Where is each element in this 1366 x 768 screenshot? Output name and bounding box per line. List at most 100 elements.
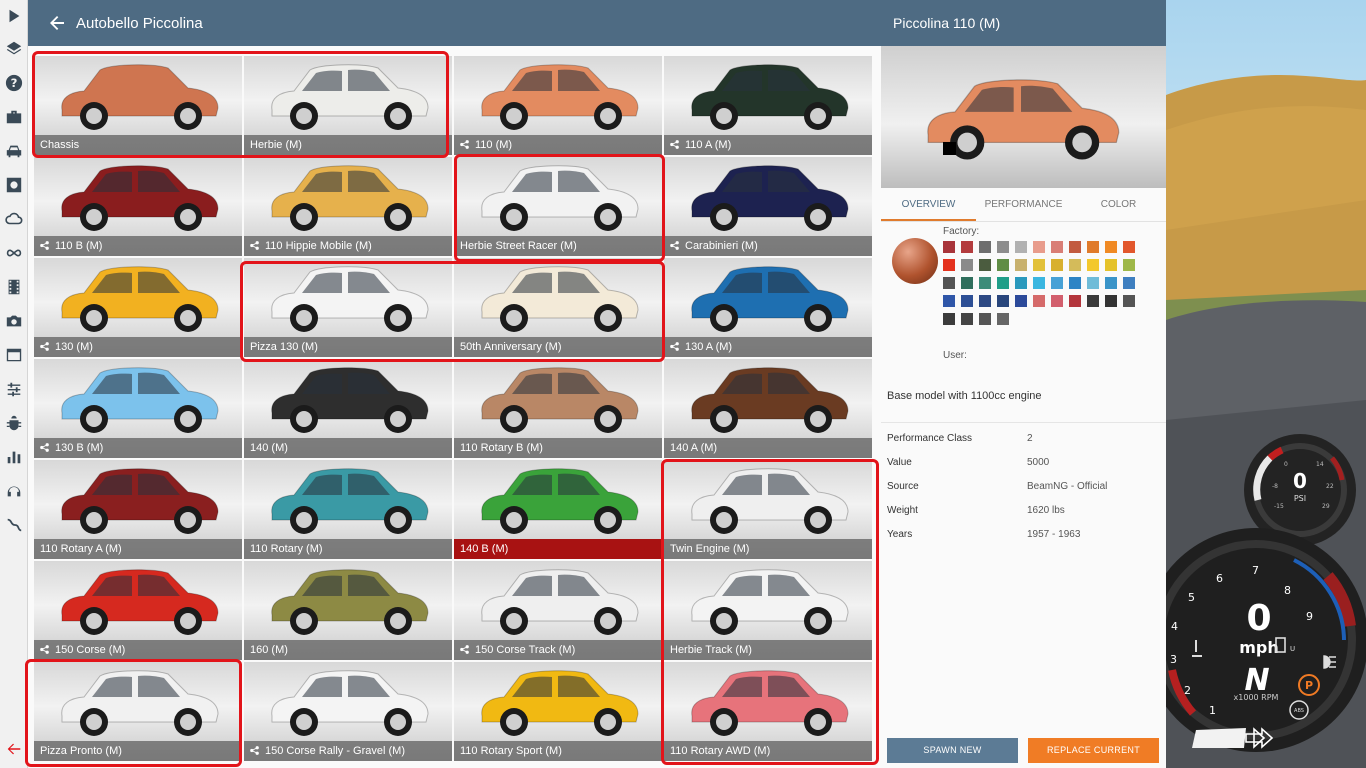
color-swatch[interactable] (997, 295, 1009, 307)
color-swatch[interactable] (961, 259, 973, 271)
vehicle-config-tile[interactable]: 110 Rotary AWD (M) (664, 662, 872, 761)
color-swatch[interactable] (1069, 277, 1081, 289)
vehicle-config-tile[interactable]: Herbie (M) (244, 56, 452, 155)
replace-current-button[interactable]: REPLACE CURRENT (1028, 738, 1159, 763)
tab-color[interactable]: COLOR (1071, 188, 1166, 221)
sliders-icon[interactable] (3, 378, 25, 400)
color-swatch[interactable] (961, 295, 973, 307)
color-swatch[interactable] (1051, 277, 1063, 289)
color-swatch[interactable] (943, 313, 955, 325)
vehicle-config-tile[interactable]: 160 (M) (244, 561, 452, 660)
color-swatch[interactable] (1051, 241, 1063, 253)
color-swatch[interactable] (961, 313, 973, 325)
color-swatch[interactable] (997, 277, 1009, 289)
route-icon[interactable] (3, 514, 25, 536)
vehicle-config-tile[interactable]: 110 Rotary B (M) (454, 359, 662, 458)
color-swatch[interactable] (997, 259, 1009, 271)
color-swatch[interactable] (1069, 259, 1081, 271)
scenario-briefcase-icon[interactable] (3, 106, 25, 128)
color-swatch[interactable] (979, 295, 991, 307)
color-swatch[interactable] (1069, 241, 1081, 253)
color-swatch[interactable] (1087, 277, 1099, 289)
color-swatch[interactable] (1123, 295, 1135, 307)
vehicle-config-tile[interactable]: 130 A (M) (664, 258, 872, 357)
infinity-icon[interactable] (3, 242, 25, 264)
vehicle-config-tile[interactable]: 140 A (M) (664, 359, 872, 458)
vehicle-config-tile[interactable]: Herbie Street Racer (M) (454, 157, 662, 256)
color-swatch[interactable] (1087, 295, 1099, 307)
color-swatch[interactable] (1015, 295, 1027, 307)
vehicle-config-tile[interactable]: 110 B (M) (34, 157, 242, 256)
color-swatch[interactable] (1123, 241, 1135, 253)
vehicle-config-tile[interactable]: 140 B (M) (454, 460, 662, 559)
color-swatch[interactable] (979, 241, 991, 253)
vehicle-config-tile[interactable]: 140 (M) (244, 359, 452, 458)
color-swatch[interactable] (1015, 277, 1027, 289)
vehicle-config-tile[interactable]: 110 Rotary A (M) (34, 460, 242, 559)
vehicle-config-tile[interactable]: 130 (M) (34, 258, 242, 357)
vehicle-config-tile[interactable]: Pizza Pronto (M) (34, 662, 242, 761)
vehicle-config-tile[interactable]: Pizza 130 (M) (244, 258, 452, 357)
color-swatch[interactable] (979, 313, 991, 325)
vehicle-config-tile[interactable]: 110 Hippie Mobile (M) (244, 157, 452, 256)
debug-bug-icon[interactable] (3, 412, 25, 434)
color-swatch[interactable] (1123, 277, 1135, 289)
color-swatch[interactable] (1105, 295, 1117, 307)
color-swatch[interactable] (961, 241, 973, 253)
spawn-new-button[interactable]: SPAWN NEW (887, 738, 1018, 763)
color-swatch[interactable] (943, 241, 955, 253)
color-swatch[interactable] (1105, 277, 1117, 289)
collapse-arrow-icon[interactable] (3, 738, 25, 760)
vehicle-config-tile[interactable]: 50th Anniversary (M) (454, 258, 662, 357)
color-swatch[interactable] (943, 295, 955, 307)
vehicle-config-tile[interactable]: Herbie Track (M) (664, 561, 872, 660)
color-swatch[interactable] (1123, 259, 1135, 271)
color-swatch[interactable] (1051, 259, 1063, 271)
color-swatch[interactable] (1051, 295, 1063, 307)
color-swatch[interactable] (997, 241, 1009, 253)
vehicle-config-tile[interactable]: 150 Corse Track (M) (454, 561, 662, 660)
vehicle-config-tile[interactable]: 110 Rotary (M) (244, 460, 452, 559)
color-swatch[interactable] (943, 259, 955, 271)
color-swatch[interactable] (1069, 295, 1081, 307)
color-swatch[interactable] (1015, 241, 1027, 253)
vehicle-config-tile[interactable]: 110 Rotary Sport (M) (454, 662, 662, 761)
headphones-icon[interactable] (3, 480, 25, 502)
color-swatch[interactable] (997, 313, 1009, 325)
color-swatch[interactable] (1015, 259, 1027, 271)
color-swatch[interactable] (1033, 259, 1045, 271)
vehicle-config-tile[interactable]: 130 B (M) (34, 359, 242, 458)
color-swatch[interactable] (1033, 277, 1045, 289)
color-swatch[interactable] (979, 277, 991, 289)
color-swatch[interactable] (1033, 295, 1045, 307)
color-swatch[interactable] (943, 277, 955, 289)
camera-icon[interactable] (3, 310, 25, 332)
color-swatch[interactable] (1105, 241, 1117, 253)
color-swatch[interactable] (1033, 241, 1045, 253)
layers-icon[interactable] (3, 38, 25, 60)
vehicle-car-icon[interactable] (3, 140, 25, 162)
stats-bar-icon[interactable] (3, 446, 25, 468)
color-swatch[interactable] (1105, 259, 1117, 271)
film-strip-icon[interactable] (3, 276, 25, 298)
help-icon[interactable]: ? (3, 72, 25, 94)
vehicle-config-tile[interactable]: 150 Corse (M) (34, 561, 242, 660)
tab-performance[interactable]: PERFORMANCE (976, 188, 1071, 221)
environment-cloud-icon[interactable] (3, 208, 25, 230)
vehicle-config-tile[interactable]: Carabinieri (M) (664, 157, 872, 256)
vehicle-config-tile[interactable]: 110 (M) (454, 56, 662, 155)
vehicle-config-tile[interactable]: 110 A (M) (664, 56, 872, 155)
user-color-swatch[interactable] (943, 142, 956, 155)
color-swatch[interactable] (961, 277, 973, 289)
vehicle-config-tile[interactable]: Chassis (34, 56, 242, 155)
color-swatch[interactable] (979, 259, 991, 271)
window-icon[interactable] (3, 344, 25, 366)
back-arrow-icon[interactable] (42, 0, 72, 46)
tab-overview[interactable]: OVERVIEW (881, 188, 976, 221)
play-icon[interactable] (3, 5, 25, 27)
vehicle-config-gear-icon[interactable] (3, 174, 25, 196)
vehicle-config-tile[interactable]: 150 Corse Rally - Gravel (M) (244, 662, 452, 761)
color-swatch[interactable] (1087, 241, 1099, 253)
vehicle-config-tile[interactable]: Twin Engine (M) (664, 460, 872, 559)
color-swatch[interactable] (1087, 259, 1099, 271)
